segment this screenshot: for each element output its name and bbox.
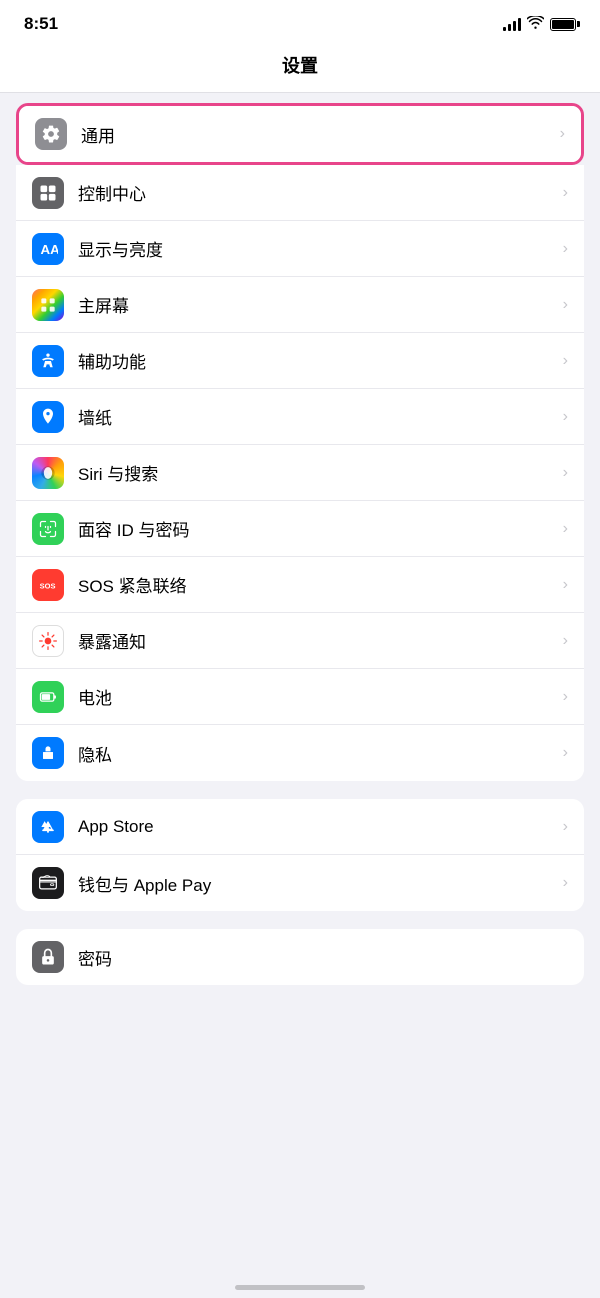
appstore-label: App Store bbox=[78, 817, 563, 837]
privacy-label: 隐私 bbox=[78, 741, 563, 766]
wallpaper-chevron: › bbox=[563, 408, 568, 426]
settings-item-wallet[interactable]: 钱包与 Apple Pay › bbox=[16, 855, 584, 911]
homescreen-icon bbox=[32, 289, 64, 321]
settings-item-battery[interactable]: 电池 › bbox=[16, 669, 584, 725]
settings-item-display[interactable]: AA 显示与亮度 › bbox=[16, 221, 584, 277]
passwords-label: 密码 bbox=[78, 945, 563, 970]
siri-icon bbox=[32, 457, 64, 489]
privacy-chevron: › bbox=[563, 744, 568, 762]
passwords-icon bbox=[32, 941, 64, 973]
page-title: 设置 bbox=[282, 56, 318, 76]
settings-item-exposure[interactable]: 暴露通知 › bbox=[16, 613, 584, 669]
settings-section-3: 密码 › bbox=[0, 929, 600, 985]
signal-icon bbox=[503, 17, 521, 31]
status-icons bbox=[503, 16, 576, 32]
battery-icon bbox=[550, 18, 576, 31]
svg-text:SOS: SOS bbox=[40, 581, 56, 590]
battery-chevron: › bbox=[563, 688, 568, 706]
appstore-icon bbox=[32, 811, 64, 843]
settings-item-homescreen[interactable]: 主屏幕 › bbox=[16, 277, 584, 333]
settings-item-appstore[interactable]: App Store › bbox=[16, 799, 584, 855]
sos-label: SOS 紧急联络 bbox=[78, 572, 563, 597]
faceid-icon bbox=[32, 513, 64, 545]
settings-item-general[interactable]: 通用 › bbox=[19, 106, 581, 162]
settings-item-sos[interactable]: SOS SOS 紧急联络 › bbox=[16, 557, 584, 613]
wallpaper-label: 墙纸 bbox=[78, 404, 563, 429]
battery-label: 电池 bbox=[78, 684, 563, 709]
exposure-chevron: › bbox=[563, 632, 568, 650]
privacy-icon bbox=[32, 737, 64, 769]
homescreen-chevron: › bbox=[563, 296, 568, 314]
settings-section-1: 通用 › 控制中心 › AA 显示与亮度 bbox=[0, 103, 600, 781]
settings-item-control[interactable]: 控制中心 › bbox=[16, 165, 584, 221]
page-title-bar: 设置 bbox=[0, 42, 600, 93]
settings-group-2: App Store › 钱包与 Apple Pay › bbox=[16, 799, 584, 911]
svg-text:AA: AA bbox=[41, 242, 59, 257]
wallet-icon bbox=[32, 867, 64, 899]
general-highlighted-group: 通用 › bbox=[16, 103, 584, 165]
control-icon bbox=[32, 177, 64, 209]
display-label: 显示与亮度 bbox=[78, 236, 563, 261]
control-chevron: › bbox=[563, 184, 568, 202]
battery-icon-item bbox=[32, 681, 64, 713]
settings-item-accessibility[interactable]: 辅助功能 › bbox=[16, 333, 584, 389]
settings-item-privacy[interactable]: 隐私 › bbox=[16, 725, 584, 781]
faceid-label: 面容 ID 与密码 bbox=[78, 516, 563, 541]
wifi-icon bbox=[527, 16, 544, 32]
settings-item-faceid[interactable]: 面容 ID 与密码 › bbox=[16, 501, 584, 557]
status-time: 8:51 bbox=[24, 14, 58, 34]
sos-chevron: › bbox=[563, 576, 568, 594]
accessibility-chevron: › bbox=[563, 352, 568, 370]
general-label: 通用 bbox=[81, 122, 560, 147]
settings-group-1: 控制中心 › AA 显示与亮度 › 主屏幕 › bbox=[16, 165, 584, 781]
siri-chevron: › bbox=[563, 464, 568, 482]
general-chevron: › bbox=[560, 125, 565, 143]
settings-item-siri[interactable]: Siri 与搜索 › bbox=[16, 445, 584, 501]
sos-icon: SOS bbox=[32, 569, 64, 601]
appstore-chevron: › bbox=[563, 818, 568, 836]
display-icon: AA bbox=[32, 233, 64, 265]
settings-item-passwords[interactable]: 密码 › bbox=[16, 929, 584, 985]
home-indicator bbox=[235, 1285, 365, 1290]
display-chevron: › bbox=[563, 240, 568, 258]
faceid-chevron: › bbox=[563, 520, 568, 538]
settings-item-wallpaper[interactable]: 墙纸 › bbox=[16, 389, 584, 445]
wallet-label: 钱包与 Apple Pay bbox=[78, 871, 563, 896]
settings-section-2: App Store › 钱包与 Apple Pay › bbox=[0, 799, 600, 911]
status-bar: 8:51 bbox=[0, 0, 600, 42]
control-label: 控制中心 bbox=[78, 180, 563, 205]
wallet-chevron: › bbox=[563, 874, 568, 892]
exposure-icon bbox=[32, 625, 64, 657]
accessibility-icon bbox=[32, 345, 64, 377]
siri-label: Siri 与搜索 bbox=[78, 460, 563, 485]
wallpaper-icon bbox=[32, 401, 64, 433]
homescreen-label: 主屏幕 bbox=[78, 292, 563, 317]
general-icon bbox=[35, 118, 67, 150]
accessibility-label: 辅助功能 bbox=[78, 348, 563, 373]
exposure-label: 暴露通知 bbox=[78, 628, 563, 653]
settings-group-3: 密码 › bbox=[16, 929, 584, 985]
